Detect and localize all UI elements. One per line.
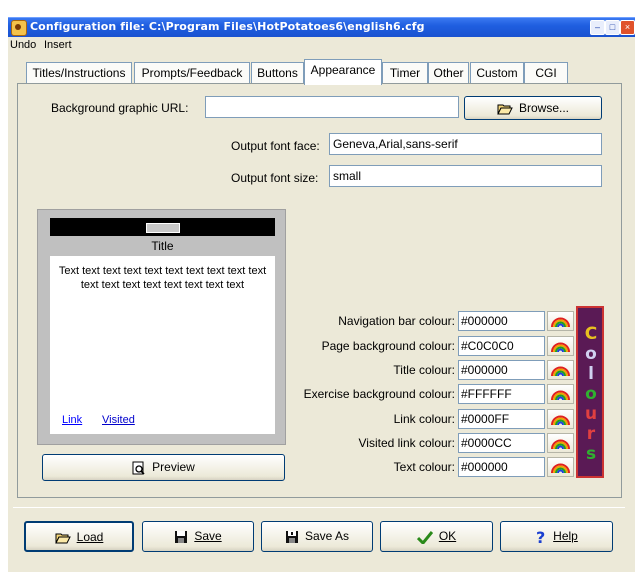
colour-input[interactable]: #0000FF bbox=[458, 409, 545, 429]
tab-prompts-feedback[interactable]: Prompts/Feedback bbox=[134, 62, 250, 84]
preview-nav-bar bbox=[50, 218, 275, 236]
colours-logo-letter: o bbox=[585, 344, 597, 364]
tab-cgi[interactable]: CGI bbox=[524, 62, 568, 84]
preview-visited-link: Visited bbox=[102, 414, 135, 426]
font-size-label: Output font size: bbox=[231, 171, 319, 185]
preview-button-label: Preview bbox=[152, 460, 195, 474]
colour-input[interactable]: #000000 bbox=[458, 311, 545, 331]
bg-url-label: Background graphic URL: bbox=[51, 101, 189, 115]
browse-label: Browse... bbox=[518, 101, 569, 115]
tab-timer[interactable]: Timer bbox=[382, 62, 428, 84]
checkmark-icon bbox=[416, 530, 433, 544]
ok-button[interactable]: OK bbox=[380, 521, 493, 552]
question-icon: ? bbox=[536, 529, 545, 545]
colour-input[interactable]: #000000 bbox=[458, 360, 545, 380]
colour-input[interactable]: #C0C0C0 bbox=[458, 336, 545, 356]
window-title: Configuration file: C:\Program Files\Hot… bbox=[30, 20, 425, 33]
save-as-button[interactable]: Save As bbox=[261, 521, 373, 552]
tab-custom[interactable]: Custom bbox=[470, 62, 524, 84]
preview-link: Link bbox=[62, 414, 83, 426]
preview-nav-button bbox=[146, 223, 180, 233]
preview-text: Text text text text text text text text … bbox=[58, 265, 267, 291]
colours-logo-letter: C bbox=[584, 324, 598, 344]
colour-label: Title colour: bbox=[393, 363, 455, 377]
colour-label: Navigation bar colour: bbox=[338, 314, 455, 328]
magnifier-icon bbox=[132, 461, 145, 475]
rainbow-icon bbox=[551, 439, 570, 450]
font-size-input[interactable]: small bbox=[329, 165, 602, 187]
colour-picker-button[interactable] bbox=[547, 336, 574, 356]
preview-exercise-area: Text text text text text text text text … bbox=[50, 256, 275, 434]
colour-picker-button[interactable] bbox=[547, 433, 574, 453]
rainbow-icon bbox=[551, 415, 570, 426]
font-face-input[interactable]: Geneva,Arial,sans-serif bbox=[329, 133, 602, 155]
floppy-as-icon bbox=[285, 530, 298, 543]
menu-insert[interactable]: Insert bbox=[44, 39, 72, 51]
status-bar bbox=[8, 566, 635, 572]
ok-label: OK bbox=[438, 529, 457, 543]
save-label: Save bbox=[194, 529, 222, 543]
colour-input[interactable]: #FFFFFF bbox=[458, 384, 545, 404]
minimize-button[interactable]: – bbox=[590, 20, 605, 35]
help-button[interactable]: ? Help bbox=[500, 521, 613, 552]
colours-logo-letter: s bbox=[585, 444, 597, 464]
save-button[interactable]: Save bbox=[142, 521, 254, 552]
colour-label: Link colour: bbox=[393, 412, 455, 426]
menu-bar: Undo Insert bbox=[8, 37, 635, 54]
colour-input[interactable]: #0000CC bbox=[458, 433, 545, 453]
colours-logo-letter: u bbox=[584, 404, 598, 424]
rainbow-icon bbox=[551, 317, 570, 328]
colour-picker-button[interactable] bbox=[547, 457, 574, 477]
font-face-label: Output font face: bbox=[231, 139, 320, 153]
rainbow-icon bbox=[551, 366, 570, 377]
bg-url-input[interactable] bbox=[205, 96, 459, 118]
colour-label: Text colour: bbox=[393, 460, 455, 474]
load-button[interactable]: Load bbox=[24, 521, 134, 552]
load-label: Load bbox=[76, 530, 104, 544]
preview-button[interactable]: Preview bbox=[42, 454, 285, 481]
help-label: Help bbox=[553, 529, 578, 543]
floppy-icon bbox=[175, 530, 188, 543]
preview-page: Title Text text text text text text text… bbox=[37, 209, 286, 445]
colours-logo-letter: l bbox=[588, 364, 594, 384]
colour-picker-button[interactable] bbox=[547, 360, 574, 380]
title-bar: Configuration file: C:\Program Files\Hot… bbox=[8, 17, 635, 37]
tab-buttons[interactable]: Buttons bbox=[251, 62, 304, 84]
folder-open-icon bbox=[54, 533, 71, 544]
menu-undo[interactable]: Undo bbox=[10, 39, 36, 51]
rainbow-icon bbox=[551, 390, 570, 401]
colour-label: Exercise background colour: bbox=[303, 387, 455, 401]
app-icon bbox=[11, 20, 27, 36]
svg-text:?: ? bbox=[536, 529, 545, 545]
colours-logo: Colours bbox=[576, 306, 604, 478]
colours-logo-letter: r bbox=[586, 424, 596, 444]
colour-input[interactable]: #000000 bbox=[458, 457, 545, 477]
preview-title: Title bbox=[151, 239, 174, 253]
colour-picker-button[interactable] bbox=[547, 311, 574, 331]
tab-appearance[interactable]: Appearance bbox=[304, 59, 382, 85]
rainbow-icon bbox=[551, 342, 570, 353]
colours-logo-letter: o bbox=[585, 384, 597, 404]
colour-picker-button[interactable] bbox=[547, 409, 574, 429]
folder-open-icon bbox=[497, 104, 513, 115]
colour-picker-button[interactable] bbox=[547, 384, 574, 404]
browse-button[interactable]: Browse... bbox=[464, 96, 602, 120]
colour-label: Visited link colour: bbox=[358, 436, 456, 450]
save-as-label: Save As bbox=[304, 529, 350, 543]
rainbow-icon bbox=[551, 463, 570, 474]
colour-label: Page background colour: bbox=[321, 339, 455, 353]
tab-other[interactable]: Other bbox=[428, 62, 469, 84]
maximize-button[interactable]: □ bbox=[605, 20, 620, 35]
tab-titles-instructions[interactable]: Titles/Instructions bbox=[26, 62, 132, 84]
close-button[interactable]: × bbox=[620, 20, 635, 35]
